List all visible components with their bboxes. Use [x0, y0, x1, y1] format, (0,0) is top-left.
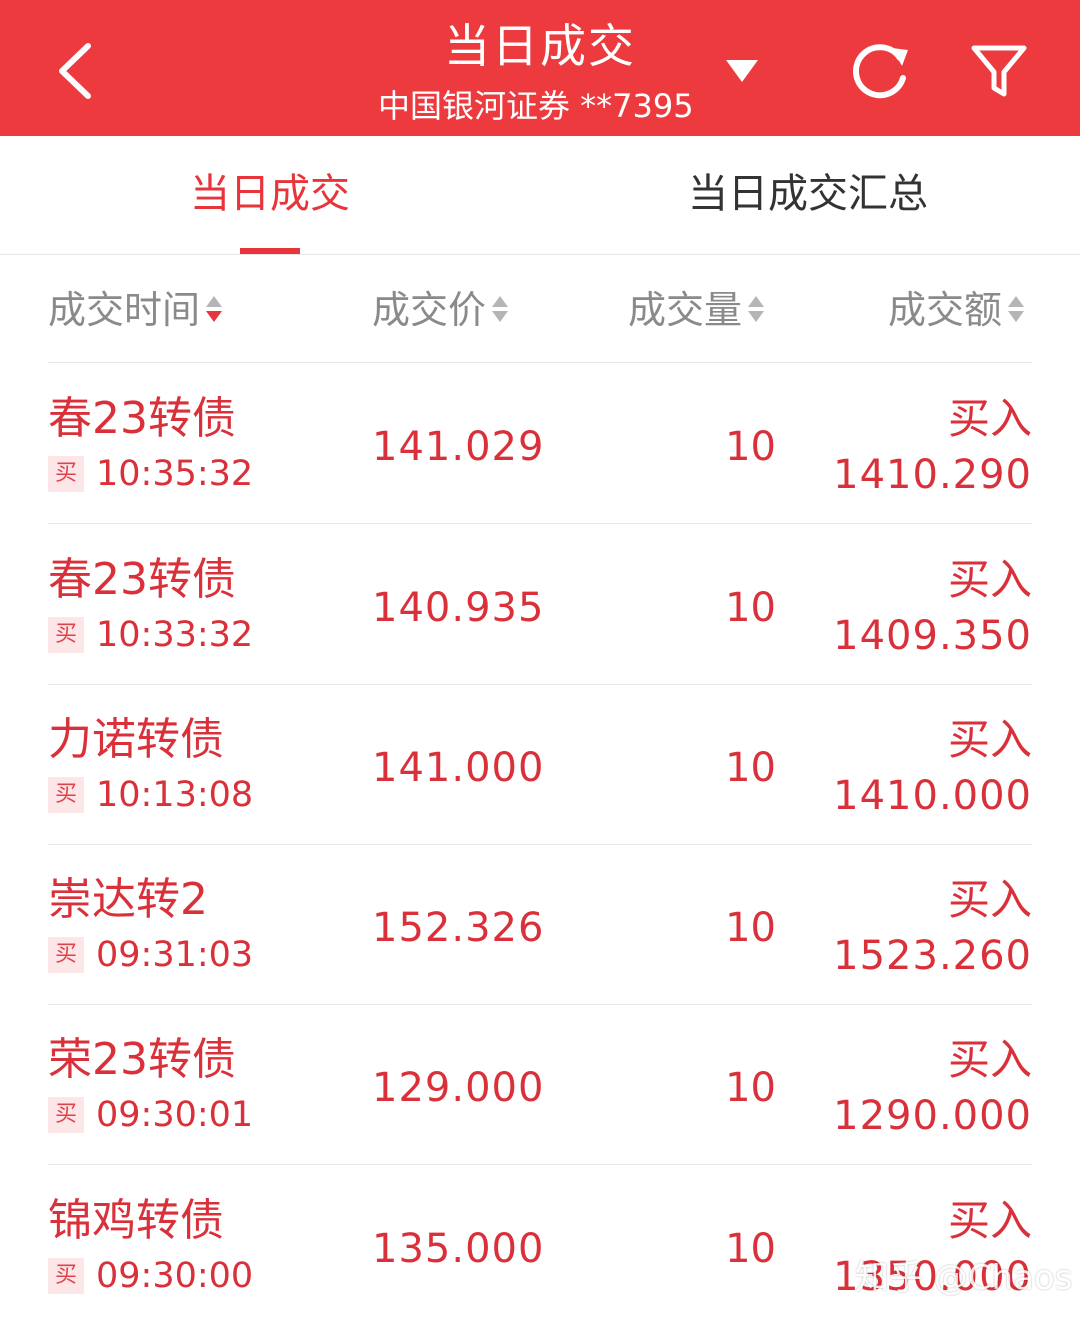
active-tab-indicator — [240, 248, 300, 254]
trade-quantity: 10 — [725, 1226, 776, 1272]
trade-price: 141.000 — [372, 745, 545, 791]
column-header-amount[interactable]: 成交额 — [888, 280, 1025, 340]
sort-icon — [492, 294, 509, 324]
buy-badge: 买 — [48, 1258, 84, 1294]
row-divider — [48, 523, 1032, 524]
trade-direction: 买入 — [947, 1196, 1032, 1245]
trade-direction: 买入 — [947, 1035, 1032, 1084]
trade-price: 135.000 — [372, 1226, 545, 1272]
column-header-price[interactable]: 成交价 — [372, 280, 509, 340]
page-title: 当日成交 — [444, 19, 636, 73]
trade-time: 09:30:01 — [96, 1095, 254, 1135]
table-row[interactable]: 崇达转2 买 09:31:03 152.326 10 买入 1523.260 — [0, 845, 1080, 1005]
tab-daily-trades[interactable]: 当日成交 — [190, 166, 350, 222]
trade-direction: 买入 — [947, 394, 1032, 443]
trade-direction: 买入 — [947, 875, 1032, 924]
trade-time: 10:35:32 — [96, 454, 254, 494]
account-label[interactable]: 中国银河证券 **7395 — [378, 86, 694, 126]
buy-badge: 买 — [48, 1097, 84, 1133]
trade-time: 09:30:00 — [96, 1256, 254, 1296]
column-header-quantity-label: 成交量 — [628, 288, 743, 332]
divider — [48, 362, 1032, 363]
tab-daily-summary[interactable]: 当日成交汇总 — [688, 166, 928, 222]
trade-price: 141.029 — [372, 424, 545, 470]
column-header-price-label: 成交价 — [372, 288, 487, 332]
trade-quantity: 10 — [725, 1065, 776, 1111]
trade-price: 140.935 — [372, 585, 545, 631]
row-divider — [48, 1164, 1032, 1165]
sort-desc-icon — [206, 294, 223, 324]
table-row[interactable]: 春23转债 买 10:35:32 141.029 10 买入 1410.290 — [0, 364, 1080, 524]
trade-time: 10:13:08 — [96, 775, 254, 815]
trade-amount: 1409.350 — [833, 613, 1032, 659]
column-header-amount-label: 成交额 — [888, 288, 1003, 332]
sort-icon — [748, 294, 765, 324]
trade-amount: 1410.290 — [833, 452, 1032, 498]
buy-badge: 买 — [48, 937, 84, 973]
table-row[interactable]: 力诺转债 买 10:13:08 141.000 10 买入 1410.000 — [0, 685, 1080, 845]
trade-time: 09:31:03 — [96, 935, 254, 975]
trade-price: 129.000 — [372, 1065, 545, 1111]
table-row[interactable]: 锦鸡转债 买 09:30:00 135.000 10 买入 1350.000 — [0, 1166, 1080, 1326]
buy-badge: 买 — [48, 456, 84, 492]
bond-name: 锦鸡转债 — [48, 1195, 224, 1246]
top-bar: 当日成交 中国银河证券 **7395 — [0, 0, 1080, 136]
bond-name: 春23转债 — [48, 393, 236, 444]
buy-badge: 买 — [48, 777, 84, 813]
column-header-quantity[interactable]: 成交量 — [628, 280, 765, 340]
filter-icon[interactable] — [968, 40, 1030, 102]
dropdown-triangle-icon[interactable] — [722, 56, 762, 86]
tab-bar: 当日成交 当日成交汇总 — [0, 136, 1080, 255]
bond-name: 荣23转债 — [48, 1034, 236, 1085]
trade-amount: 1290.000 — [833, 1093, 1032, 1139]
trade-amount: 1523.260 — [833, 933, 1032, 979]
trade-quantity: 10 — [725, 424, 776, 470]
trade-price: 152.326 — [372, 905, 545, 951]
refresh-icon[interactable] — [848, 38, 914, 104]
table-row[interactable]: 春23转债 买 10:33:32 140.935 10 买入 1409.350 — [0, 525, 1080, 685]
buy-badge: 买 — [48, 617, 84, 653]
trade-quantity: 10 — [725, 745, 776, 791]
column-header-time-label: 成交时间 — [48, 288, 201, 332]
column-header-time[interactable]: 成交时间 — [48, 280, 223, 340]
bond-name: 春23转债 — [48, 554, 236, 605]
trade-direction: 买入 — [947, 715, 1032, 764]
trade-direction: 买入 — [947, 555, 1032, 604]
watermark: 知乎 @Chaos — [855, 1258, 1073, 1298]
trade-amount: 1410.000 — [833, 773, 1032, 819]
table-row[interactable]: 荣23转债 买 09:30:01 129.000 10 买入 1290.000 — [0, 1005, 1080, 1165]
bond-name: 崇达转2 — [48, 874, 208, 925]
trade-quantity: 10 — [725, 905, 776, 951]
trade-time: 10:33:32 — [96, 615, 254, 655]
trade-quantity: 10 — [725, 585, 776, 631]
sort-icon — [1008, 294, 1025, 324]
bond-name: 力诺转债 — [48, 714, 224, 765]
